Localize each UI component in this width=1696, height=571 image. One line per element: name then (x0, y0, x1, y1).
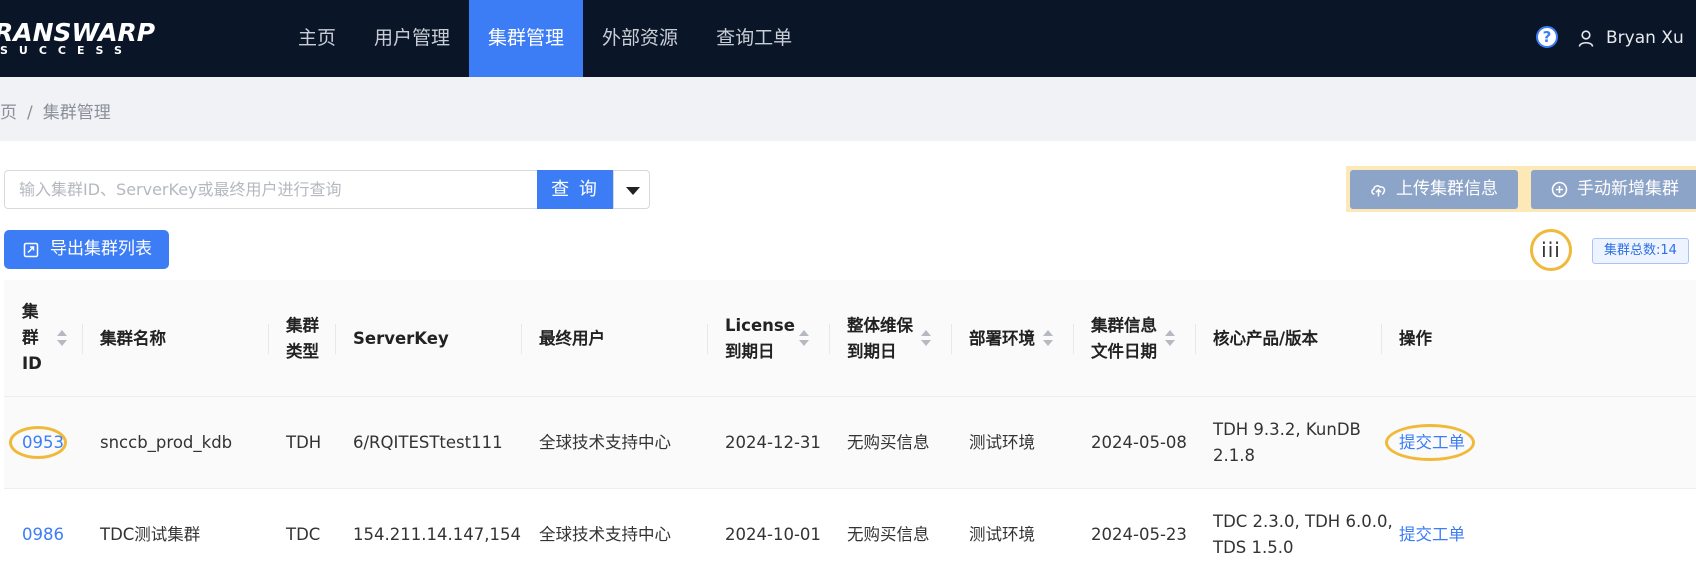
th-license-expiry[interactable]: License 到期日 (707, 280, 829, 397)
column-settings-button[interactable]: iii (1530, 229, 1572, 271)
th-actions: 操作 (1381, 280, 1696, 397)
breadcrumb-home[interactable]: 页 (0, 103, 17, 123)
query-button[interactable]: 查 询 (537, 170, 613, 209)
sort-icon[interactable] (921, 330, 931, 348)
cluster-total-badge: 集群总数:14 (1592, 238, 1689, 264)
th-cluster-id[interactable]: 集群 ID (4, 280, 82, 397)
th-file-date[interactable]: 集群信息 文件日期 (1073, 280, 1195, 397)
breadcrumb: 页 / 集群管理 (0, 98, 121, 123)
nav-external-resources[interactable]: 外部资源 (583, 0, 697, 77)
main-nav: 主页 用户管理 集群管理 外部资源 查询工单 (279, 0, 811, 77)
nav-home[interactable]: 主页 (279, 0, 355, 77)
user-name[interactable]: Bryan Xu (1606, 28, 1684, 48)
sort-icon[interactable] (1165, 330, 1175, 348)
upload-cluster-info-button[interactable]: 上传集群信息 (1350, 170, 1518, 209)
th-end-user: 最终用户 (521, 280, 707, 397)
sort-icon[interactable] (799, 330, 809, 348)
search-input[interactable] (4, 170, 537, 209)
cloud-upload-icon (1371, 185, 1386, 197)
th-server-key: ServerKey (335, 280, 521, 397)
submit-ticket-link[interactable]: 提交工单 (1399, 430, 1465, 456)
nav-user-management[interactable]: 用户管理 (355, 0, 469, 77)
caret-down-icon (626, 187, 640, 195)
cell-server-key: 154.211.14.147,154.211.1 (353, 525, 521, 544)
export-label: 导出集群列表 (50, 239, 152, 259)
export-cluster-list-button[interactable]: 导出集群列表 (4, 230, 169, 269)
upload-label: 上传集群信息 (1396, 179, 1498, 199)
table-header: 集群 ID 集群名称 集群 类型 ServerKey 最终用户 License 到期日… (4, 280, 1696, 397)
help-icon[interactable]: ? (1536, 26, 1558, 48)
th-maintenance-expiry[interactable]: 整体维保 到期日 (829, 280, 951, 397)
query-dropdown-button[interactable] (613, 170, 650, 209)
logo-wordmark: RANSWARP (0, 18, 156, 47)
breadcrumb-current: 集群管理 (42, 103, 111, 123)
logo-tagline: SUCCESS (0, 44, 133, 57)
th-core-product: 核心产品/版本 (1195, 280, 1381, 397)
table-row: 0986 TDC测试集群 TDC 154.211.14.147,154.211.… (4, 489, 1696, 571)
add-cluster-label: 手动新增集群 (1577, 179, 1679, 199)
th-cluster-type: 集群 类型 (268, 280, 335, 397)
add-cluster-button[interactable]: 手动新增集群 (1531, 170, 1696, 209)
th-cluster-name: 集群名称 (82, 280, 268, 397)
breadcrumb-separator: / (27, 103, 33, 123)
sort-icon[interactable] (57, 330, 67, 348)
plus-circle-icon (1551, 181, 1568, 198)
brand-logo[interactable]: RANSWARP SUCCESS (0, 14, 160, 58)
table-row: 0953 snccb_prod_kdb TDH 6/RQITESTtest111… (4, 397, 1696, 489)
nav-cluster-management[interactable]: 集群管理 (469, 0, 584, 77)
export-icon (23, 242, 39, 258)
top-navigation-bar: RANSWARP SUCCESS 主页 用户管理 集群管理 外部资源 查询工单 … (0, 0, 1696, 77)
user-icon[interactable] (1578, 30, 1594, 47)
nav-query-tickets[interactable]: 查询工单 (697, 0, 811, 77)
submit-ticket-link[interactable]: 提交工单 (1399, 522, 1465, 548)
th-deploy-env[interactable]: 部署环境 (951, 280, 1073, 397)
sort-icon[interactable] (1043, 330, 1053, 348)
